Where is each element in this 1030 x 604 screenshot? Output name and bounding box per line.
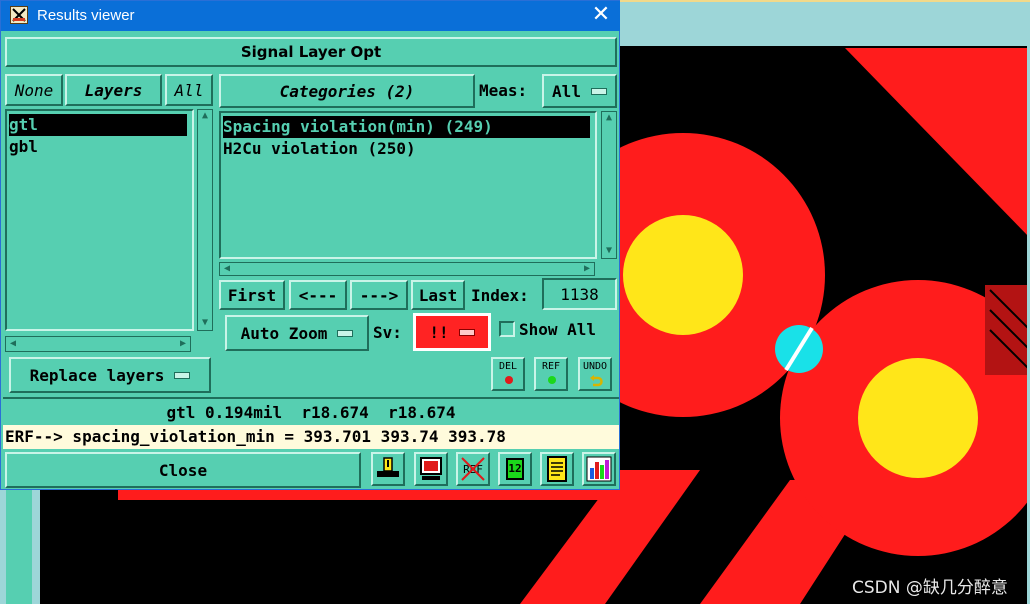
undo-arrow-icon: [590, 375, 603, 387]
sv-label: Sv:: [373, 323, 402, 342]
green-dot-icon: [548, 376, 556, 384]
close-button[interactable]: Close: [5, 452, 361, 488]
ref-button[interactable]: REF: [534, 357, 568, 391]
undo-label: UNDO: [582, 361, 608, 372]
chevron-down-icon: [337, 329, 354, 337]
scroll-left-icon[interactable]: ◀: [8, 339, 18, 349]
watermark: CSDN @缺几分醉意: [852, 578, 1008, 598]
category-item[interactable]: Spacing violation(min) (249): [223, 116, 590, 138]
scroll-up-icon[interactable]: ▲: [604, 113, 614, 123]
status-line: gtl 0.194mil r18.674 r18.674: [3, 397, 619, 425]
layer-stack-icon: [377, 457, 399, 477]
severity-dropdown[interactable]: !!: [413, 313, 491, 351]
index-value: 1138: [560, 284, 599, 304]
document-icon: [547, 456, 567, 482]
categories-vertical-scrollbar[interactable]: ▲ ▼: [601, 111, 617, 259]
show-all-label: Show All: [519, 320, 597, 339]
scroll-down-icon[interactable]: ▼: [604, 246, 614, 256]
pcb-pad-drill: [858, 358, 978, 478]
chevron-down-icon: [590, 87, 607, 95]
meas-value: All: [552, 81, 581, 101]
layers-none-button[interactable]: None: [5, 74, 63, 106]
undo-button[interactable]: UNDO: [578, 357, 612, 391]
results-viewer-window: Results viewer ✕ Signal Layer Opt None L…: [0, 0, 620, 490]
auto-zoom-dropdown[interactable]: Auto Zoom: [225, 315, 369, 351]
layers-header[interactable]: Layers: [65, 74, 162, 106]
one-two-tool[interactable]: 12: [498, 452, 532, 486]
scroll-up-icon[interactable]: ▲: [200, 111, 210, 121]
category-item[interactable]: H2Cu violation (250): [223, 138, 590, 160]
chevron-down-icon: [174, 371, 191, 379]
show-all-checkbox[interactable]: [499, 321, 515, 337]
prev-button[interactable]: <---: [289, 280, 347, 310]
index-field[interactable]: 1138: [542, 278, 617, 310]
bar-chart-icon: [586, 456, 612, 482]
ref-label: REF: [541, 361, 561, 372]
categories-header-label: Categories (2): [279, 81, 415, 101]
layers-header-label: Layers: [84, 80, 143, 100]
replace-layers-label: Replace layers: [29, 365, 165, 385]
layers-none-label: None: [14, 80, 54, 100]
first-label: First: [227, 285, 277, 305]
one-two-icon: 12: [506, 458, 524, 480]
title-bar[interactable]: Results viewer ✕: [1, 1, 620, 31]
del-button[interactable]: DEL: [491, 357, 525, 391]
layers-list[interactable]: gtl gbl: [5, 109, 194, 331]
histogram-tool[interactable]: [582, 452, 616, 486]
layers-horizontal-scrollbar[interactable]: ◀ ▶: [5, 336, 191, 352]
meas-dropdown[interactable]: All: [542, 74, 617, 108]
scroll-right-icon[interactable]: ▶: [178, 339, 188, 349]
layer-stack-tool[interactable]: [371, 452, 405, 486]
severity-value: !!: [429, 322, 449, 342]
meas-label: Meas:: [479, 81, 528, 100]
categories-list[interactable]: Spacing violation(min) (249) H2Cu violat…: [219, 111, 597, 259]
ref-delete-tool[interactable]: REF: [456, 452, 490, 486]
red-dot-icon: [505, 376, 513, 384]
layers-all-label: All: [174, 80, 204, 100]
cross-icon: [461, 457, 485, 481]
replace-layers-dropdown[interactable]: Replace layers: [9, 357, 211, 393]
layer-item[interactable]: gbl: [9, 136, 187, 158]
last-label: Last: [418, 285, 458, 305]
signal-layer-opt-label: Signal Layer Opt: [240, 43, 382, 61]
scroll-right-icon[interactable]: ▶: [582, 264, 592, 274]
prev-label: <---: [298, 285, 338, 305]
app-icon: [10, 6, 28, 24]
first-button[interactable]: First: [219, 280, 285, 310]
app-toolbar-strip: [620, 0, 1030, 46]
del-label: DEL: [498, 361, 518, 372]
scroll-left-icon[interactable]: ◀: [222, 264, 232, 274]
chevron-down-icon: [458, 328, 475, 336]
auto-zoom-label: Auto Zoom: [240, 323, 328, 343]
next-button[interactable]: --->: [350, 280, 408, 310]
layer-item[interactable]: gtl: [9, 114, 187, 136]
index-label: Index:: [471, 286, 529, 305]
monitor-icon: [420, 457, 442, 480]
last-button[interactable]: Last: [411, 280, 465, 310]
report-tool[interactable]: [540, 452, 574, 486]
capture-tool[interactable]: [414, 452, 448, 486]
layers-all-button[interactable]: All: [165, 74, 213, 106]
categories-horizontal-scrollbar[interactable]: ◀ ▶: [219, 262, 595, 276]
pcb-pad-drill: [623, 215, 743, 335]
erf-line: ERF--> spacing_violation_min = 393.701 3…: [3, 425, 619, 449]
categories-header[interactable]: Categories (2): [219, 74, 475, 108]
close-label: Close: [158, 460, 208, 480]
close-icon[interactable]: ✕: [589, 3, 613, 27]
next-label: --->: [359, 285, 399, 305]
window-title: Results viewer: [37, 7, 135, 24]
signal-layer-opt-button[interactable]: Signal Layer Opt: [5, 37, 617, 67]
layers-vertical-scrollbar[interactable]: ▲ ▼: [197, 109, 213, 331]
scroll-down-icon[interactable]: ▼: [200, 318, 210, 328]
